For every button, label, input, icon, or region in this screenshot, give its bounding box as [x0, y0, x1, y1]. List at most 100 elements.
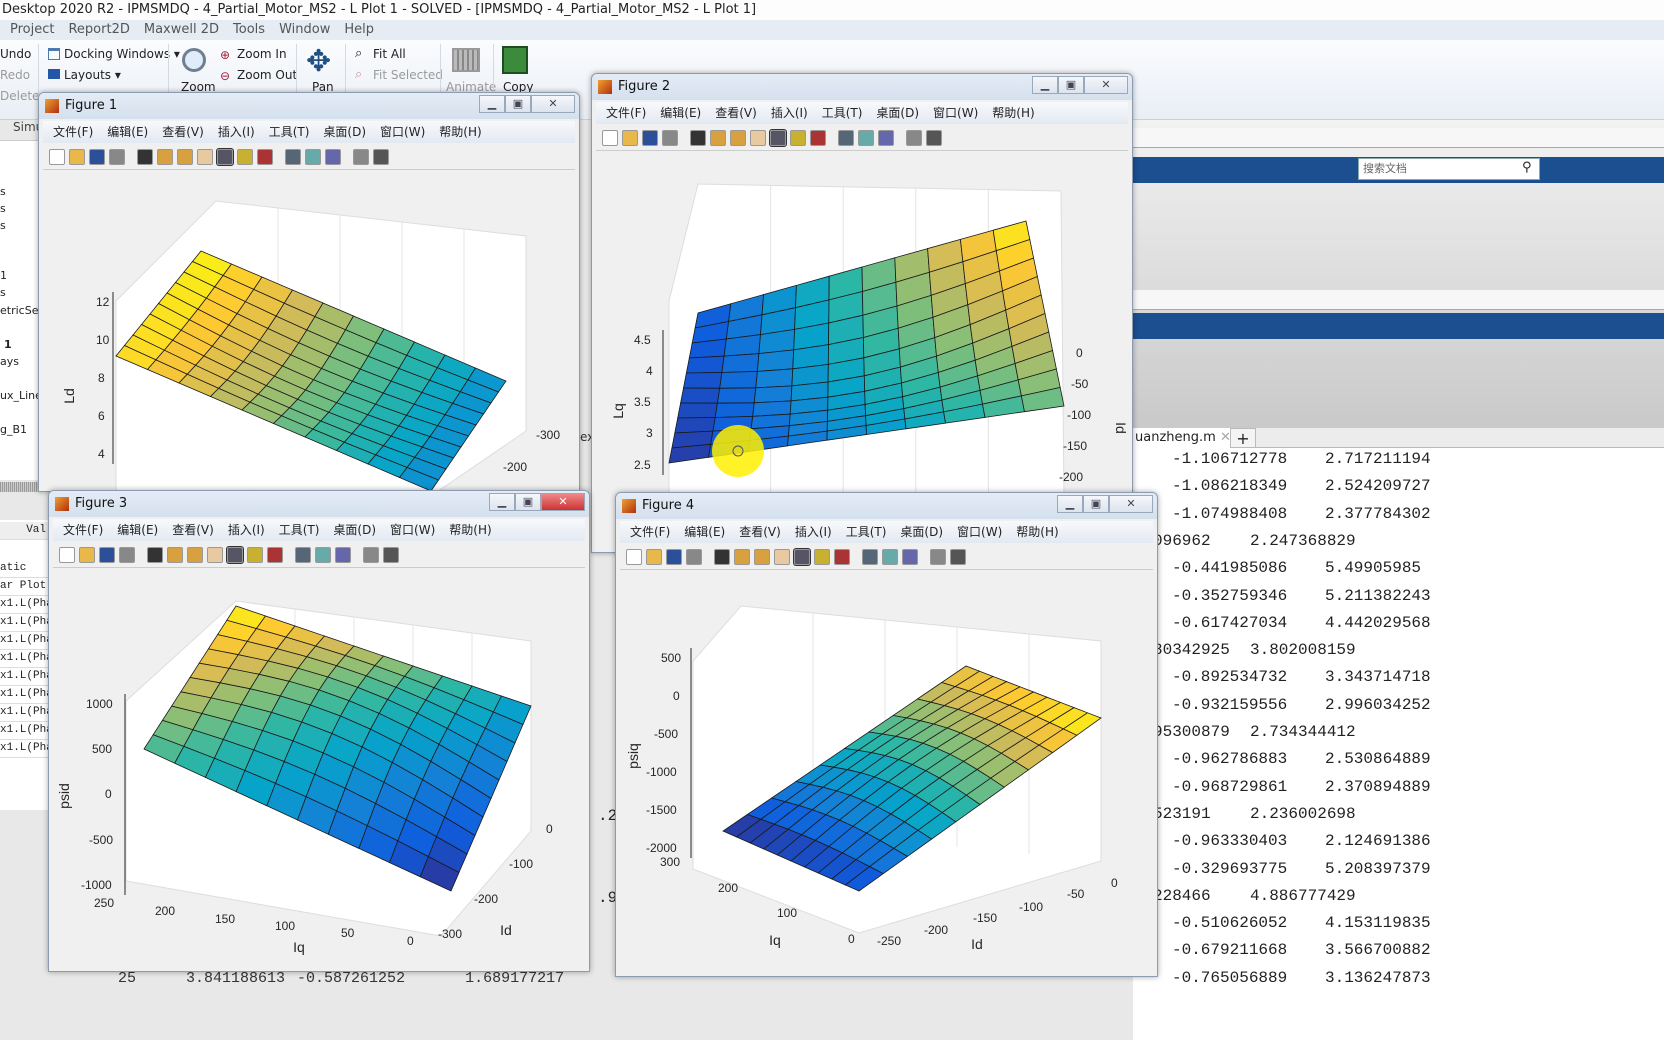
property-row[interactable]: atic: [0, 560, 50, 578]
tree-item[interactable]: 1: [0, 269, 7, 282]
colorbar-icon[interactable]: [305, 148, 321, 165]
new-icon[interactable]: [626, 548, 642, 565]
figure-menu-item[interactable]: 编辑(E): [117, 523, 158, 537]
tree-item[interactable]: s: [0, 185, 6, 198]
property-row[interactable]: x1.L(Pha: [0, 740, 53, 758]
figure-menu-item[interactable]: 文件(F): [63, 523, 103, 537]
redo-button[interactable]: Redo: [0, 68, 30, 82]
zoom-in-icon[interactable]: [157, 148, 173, 165]
figure-menu-item[interactable]: 查看(V): [172, 523, 214, 537]
add-tab-button[interactable]: +: [1230, 428, 1256, 448]
property-row[interactable]: x1.L(Pha: [0, 632, 53, 650]
zoom-out-icon[interactable]: [177, 148, 193, 165]
brush-icon[interactable]: [810, 129, 826, 146]
open-icon[interactable]: [646, 548, 662, 565]
splitter[interactable]: [0, 482, 40, 492]
close-button[interactable]: ✕: [1084, 76, 1128, 94]
figure-menu-item[interactable]: 窗口(W): [390, 523, 435, 537]
pointer-icon[interactable]: [714, 548, 730, 565]
rotate-icon[interactable]: [216, 147, 234, 166]
figure-menu-item[interactable]: 窗口(W): [933, 106, 978, 120]
colorbar-icon[interactable]: [858, 129, 874, 146]
minimize-button[interactable]: ▁: [479, 95, 505, 113]
save-icon[interactable]: [642, 129, 658, 146]
tree-item[interactable]: g_B1: [0, 423, 27, 436]
maximize-button[interactable]: ▣: [515, 493, 541, 511]
pan-icon[interactable]: [197, 148, 213, 165]
legend-icon[interactable]: [335, 546, 351, 563]
save-icon[interactable]: [99, 546, 115, 563]
tree-item[interactable]: s: [0, 286, 6, 299]
hide-plot-tools-icon[interactable]: [906, 129, 922, 146]
property-row[interactable]: x1.L(Pha: [0, 596, 53, 614]
show-plot-tools-icon[interactable]: [926, 129, 942, 146]
tree-item[interactable]: 1: [4, 338, 12, 351]
pointer-icon[interactable]: [137, 148, 153, 165]
brush-icon[interactable]: [257, 148, 273, 165]
rotate-icon[interactable]: [793, 547, 811, 566]
zoom-in-icon[interactable]: [734, 548, 750, 565]
legend-icon[interactable]: [878, 129, 894, 146]
figure-menu-item[interactable]: 工具(T): [846, 525, 887, 539]
menu-help[interactable]: Help: [344, 22, 374, 37]
figure-menu-item[interactable]: 查看(V): [162, 125, 204, 139]
rotate-icon[interactable]: [769, 128, 787, 147]
data-cursor-icon[interactable]: [814, 548, 830, 565]
property-row[interactable]: x1.L(Pha: [0, 668, 53, 686]
property-row[interactable]: x1.L(Pha: [0, 686, 53, 704]
zoom-in-icon[interactable]: [167, 546, 183, 563]
close-button[interactable]: ✕: [541, 493, 585, 511]
zoom-out-icon[interactable]: [754, 548, 770, 565]
save-icon[interactable]: [666, 548, 682, 565]
figure-menu-item[interactable]: 桌面(D): [900, 525, 943, 539]
link-icon[interactable]: [862, 548, 878, 565]
data-cursor-icon[interactable]: [237, 148, 253, 165]
maximize-button[interactable]: ▣: [1083, 495, 1109, 513]
pointer-icon[interactable]: [690, 129, 706, 146]
figure-menu-item[interactable]: 窗口(W): [380, 125, 425, 139]
undo-button[interactable]: Undo: [0, 47, 31, 61]
hide-plot-tools-icon[interactable]: [353, 148, 369, 165]
new-icon[interactable]: [59, 546, 75, 563]
figure-menu-item[interactable]: 窗口(W): [957, 525, 1002, 539]
legend-icon[interactable]: [902, 548, 918, 565]
pointer-icon[interactable]: [147, 546, 163, 563]
figure-menu-item[interactable]: 插入(I): [228, 523, 265, 537]
menu-project[interactable]: Project: [10, 22, 54, 37]
legend-icon[interactable]: [325, 148, 341, 165]
figure-menu-item[interactable]: 工具(T): [269, 125, 310, 139]
minimize-button[interactable]: ▁: [489, 493, 515, 511]
save-icon[interactable]: [89, 148, 105, 165]
show-plot-tools-icon[interactable]: [383, 546, 399, 563]
figure-menu-item[interactable]: 工具(T): [822, 106, 863, 120]
brush-icon[interactable]: [267, 546, 283, 563]
zoom-in-icon[interactable]: [710, 129, 726, 146]
figure-menu-item[interactable]: 编辑(E): [107, 125, 148, 139]
minimize-button[interactable]: ▁: [1057, 495, 1083, 513]
figure-menu-item[interactable]: 桌面(D): [323, 125, 366, 139]
link-icon[interactable]: [838, 129, 854, 146]
maximize-button[interactable]: ▣: [1058, 76, 1084, 94]
close-button[interactable]: ✕: [531, 95, 575, 113]
figure-menu-item[interactable]: 工具(T): [279, 523, 320, 537]
figure-menu-item[interactable]: 帮助(H): [992, 106, 1034, 120]
tree-item[interactable]: s: [0, 219, 6, 232]
new-icon[interactable]: [602, 129, 618, 146]
new-icon[interactable]: [49, 148, 65, 165]
open-icon[interactable]: [69, 148, 85, 165]
figure-menu-item[interactable]: 帮助(H): [1016, 525, 1058, 539]
figure-menu-item[interactable]: 桌面(D): [333, 523, 376, 537]
colorbar-icon[interactable]: [315, 546, 331, 563]
print-icon[interactable]: [662, 129, 678, 146]
menu-maxwell2d[interactable]: Maxwell 2D: [144, 22, 219, 37]
docking-windows-button[interactable]: Docking Windows ▾: [64, 47, 180, 61]
figure-menu-item[interactable]: 插入(I): [795, 525, 832, 539]
property-row[interactable]: ar Plot: [0, 578, 50, 596]
close-button[interactable]: ✕: [1109, 495, 1153, 513]
data-cursor-icon[interactable]: [790, 129, 806, 146]
figure-menu-item[interactable]: 文件(F): [630, 525, 670, 539]
brush-icon[interactable]: [834, 548, 850, 565]
zoom-out-icon[interactable]: [187, 546, 203, 563]
menu-window[interactable]: Window: [279, 22, 330, 37]
layouts-button[interactable]: Layouts ▾: [64, 68, 121, 82]
